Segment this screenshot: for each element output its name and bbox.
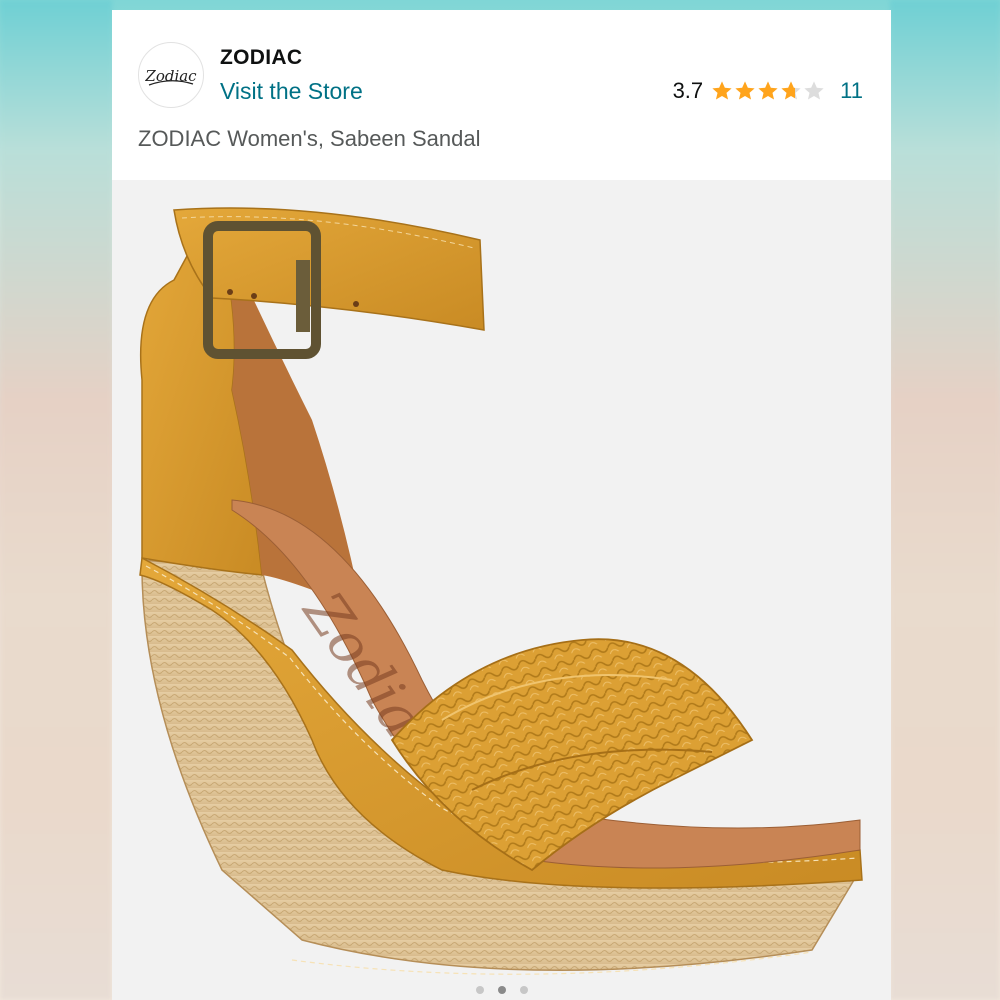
- product-header: Zodiac ZODIAC Visit the Store 3.7 11 ZOD…: [112, 10, 891, 180]
- carousel-dot[interactable]: [475, 986, 484, 994]
- carousel-dot[interactable]: [497, 986, 506, 994]
- carousel-dot[interactable]: [519, 986, 528, 994]
- star-icon: [735, 81, 755, 100]
- star-icon: [758, 81, 778, 100]
- star-icon: [804, 81, 824, 100]
- product-card: Zodiac ZODIAC Visit the Store 3.7 11 ZOD…: [112, 10, 891, 1000]
- blurred-background-right: [890, 0, 1000, 1000]
- blurred-background-left: [0, 0, 112, 1000]
- rating-summary[interactable]: 3.7 11: [673, 78, 863, 104]
- visit-store-link[interactable]: Visit the Store: [220, 78, 363, 105]
- product-image[interactable]: Zodiac: [112, 180, 891, 1000]
- star-rating: [711, 80, 826, 102]
- star-icon: [781, 81, 801, 100]
- svg-text:Zodiac: Zodiac: [144, 67, 197, 85]
- sandal-image: Zodiac: [139, 207, 863, 975]
- carousel-indicator[interactable]: [112, 986, 891, 994]
- rating-count[interactable]: 11: [840, 78, 863, 104]
- star-icon: [712, 81, 732, 100]
- app-frame: Zodiac ZODIAC Visit the Store 3.7 11 ZOD…: [0, 0, 1000, 1000]
- brand-logo[interactable]: Zodiac: [138, 42, 204, 108]
- brand-name: ZODIAC: [220, 46, 303, 69]
- product-title: ZODIAC Women's, Sabeen Sandal: [138, 126, 481, 151]
- rating-value: 3.7: [672, 78, 704, 103]
- zodiac-logo-icon: Zodiac: [144, 67, 197, 86]
